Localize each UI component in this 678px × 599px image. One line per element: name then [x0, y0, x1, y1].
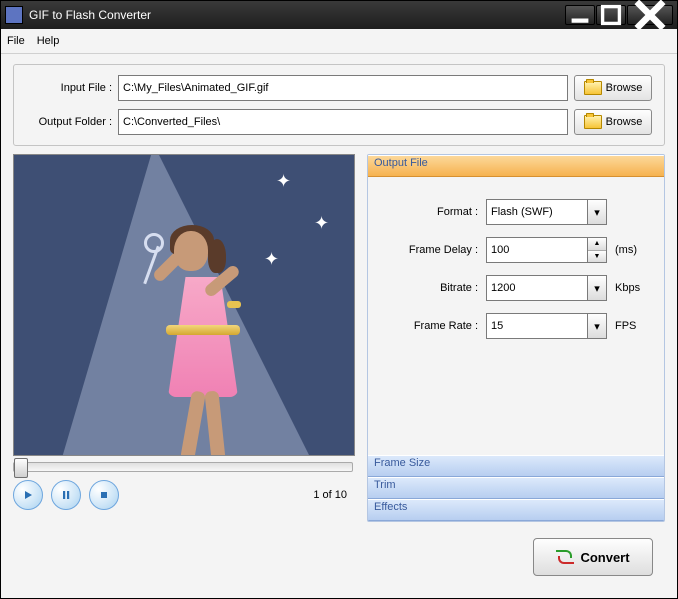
- settings-panel: Output File Format : ▾ Frame Delay :: [367, 154, 665, 522]
- file-panel: Input File : Browse Output Folder : Brow…: [13, 64, 665, 146]
- preview-image: [104, 205, 284, 456]
- window-title: GIF to Flash Converter: [29, 8, 565, 22]
- frame-slider[interactable]: [13, 462, 353, 472]
- input-file-field[interactable]: [118, 75, 568, 101]
- convert-label: Convert: [580, 550, 629, 565]
- frame-counter: 1 of 10: [119, 489, 353, 501]
- browse-label: Browse: [606, 82, 643, 94]
- folder-icon: [584, 81, 602, 95]
- convert-icon: [556, 550, 574, 564]
- format-label: Format :: [382, 206, 478, 218]
- framerate-input[interactable]: [486, 313, 588, 339]
- frame-delay-label: Frame Delay :: [382, 244, 478, 256]
- accordion-frame-size[interactable]: Frame Size: [368, 455, 664, 477]
- framerate-label: Frame Rate :: [382, 320, 478, 332]
- chevron-down-icon[interactable]: ▾: [588, 313, 607, 339]
- bitrate-label: Bitrate :: [382, 282, 478, 294]
- accordion-effects[interactable]: Effects: [368, 499, 664, 521]
- stop-button[interactable]: [89, 480, 119, 510]
- spin-down-icon[interactable]: ▼: [588, 251, 606, 263]
- framerate-unit: FPS: [615, 320, 636, 332]
- chevron-down-icon[interactable]: ▾: [588, 199, 607, 225]
- delay-spinner[interactable]: ▲ ▼: [588, 237, 607, 263]
- chevron-down-icon[interactable]: ▾: [588, 275, 607, 301]
- pause-button[interactable]: [51, 480, 81, 510]
- output-folder-label: Output Folder :: [26, 116, 112, 128]
- frame-delay-input[interactable]: [486, 237, 588, 263]
- menu-file[interactable]: File: [7, 35, 25, 47]
- output-folder-field[interactable]: [118, 109, 568, 135]
- preview-column: ✦ ✦ ✦: [13, 154, 353, 522]
- browse-output-button[interactable]: Browse: [574, 109, 652, 135]
- browse-input-button[interactable]: Browse: [574, 75, 652, 101]
- maximize-button[interactable]: [596, 5, 626, 25]
- spin-up-icon[interactable]: ▲: [588, 238, 606, 251]
- browse-label: Browse: [606, 116, 643, 128]
- bitrate-input[interactable]: [486, 275, 588, 301]
- accordion-trim[interactable]: Trim: [368, 477, 664, 499]
- convert-button[interactable]: Convert: [533, 538, 653, 576]
- format-select[interactable]: [486, 199, 588, 225]
- close-button[interactable]: [627, 5, 673, 25]
- play-button[interactable]: [13, 480, 43, 510]
- app-window: GIF to Flash Converter File Help Input F…: [0, 0, 678, 599]
- titlebar[interactable]: GIF to Flash Converter: [1, 1, 677, 29]
- slider-thumb[interactable]: [14, 458, 28, 478]
- output-file-body: Format : ▾ Frame Delay : ▲ ▼: [368, 177, 664, 455]
- preview-canvas: ✦ ✦ ✦: [13, 154, 355, 456]
- minimize-button[interactable]: [565, 5, 595, 25]
- delay-unit: (ms): [615, 244, 637, 256]
- app-icon: [5, 6, 23, 24]
- folder-icon: [584, 115, 602, 129]
- menubar: File Help: [1, 29, 677, 54]
- menu-help[interactable]: Help: [37, 35, 60, 47]
- input-file-label: Input File :: [26, 82, 112, 94]
- bitrate-unit: Kbps: [615, 282, 640, 294]
- accordion-output-file[interactable]: Output File: [368, 155, 664, 177]
